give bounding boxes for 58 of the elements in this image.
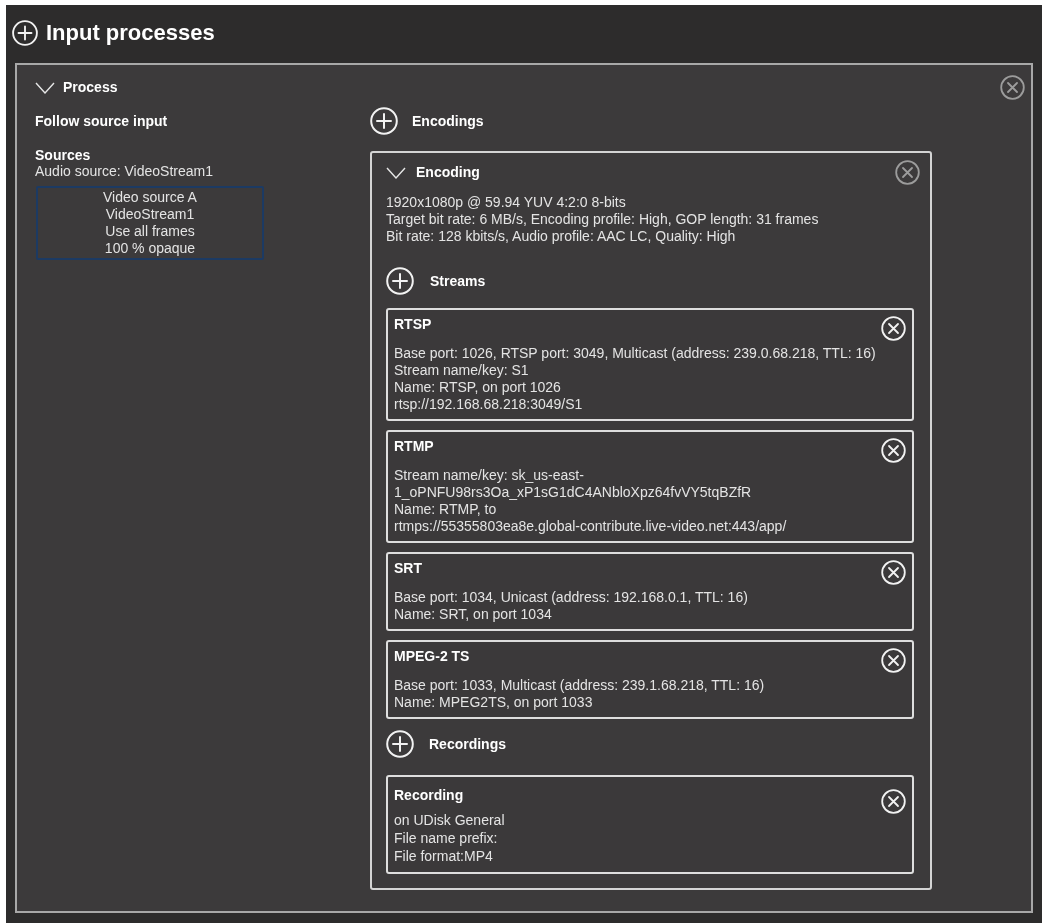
card-title: RTSP xyxy=(394,316,432,332)
collapse-toggle[interactable] xyxy=(35,80,55,95)
plus-circle-icon xyxy=(12,20,38,46)
close-circle-icon xyxy=(881,648,906,673)
detail-text: File format:MP4 xyxy=(394,847,494,865)
page-title: Input processes xyxy=(46,20,215,46)
video-source-card[interactable]: Video source A VideoStream1 Use all frames 100 % opaque xyxy=(36,186,264,260)
close-circle-icon xyxy=(881,789,906,814)
audio-source-text: Audio source: VideoStream1 xyxy=(35,163,214,180)
mode-text: Follow source input xyxy=(35,111,168,131)
detail-text: Name: RTSP, on port 1026 xyxy=(394,379,562,396)
section-title: Streams xyxy=(430,271,486,291)
plus-circle-icon xyxy=(386,730,414,758)
collapse-toggle[interactable] xyxy=(386,165,406,180)
chevron-down-icon xyxy=(35,81,55,94)
close-circle-icon xyxy=(881,560,906,585)
close-button[interactable] xyxy=(895,160,920,185)
detail-text: File name prefix: xyxy=(394,829,499,847)
detail-text: Stream name/key: S1 xyxy=(394,362,530,379)
detail-text: Name: RTMP, to xyxy=(394,501,498,518)
detail-text: Name: SRT, on port 1034 xyxy=(394,606,553,623)
card-title: RTMP xyxy=(394,438,434,454)
close-circle-icon xyxy=(1000,75,1025,100)
detail-text: Bit rate: 128 kbits/s, Audio profile: AAC LC, Quality: High xyxy=(386,228,737,245)
video-source-text: 100 % opaque xyxy=(104,240,196,257)
add-recording-button[interactable] xyxy=(386,730,414,758)
video-source-text: Video source A xyxy=(103,189,197,206)
add-process-button[interactable] xyxy=(12,20,38,46)
detail-text: Base port: 1026, RTSP port: 3049, Multicast (address: 239.0.68.218, TTL: 16) xyxy=(394,345,877,362)
detail-text: Stream name/key: sk_us-east- xyxy=(394,467,585,484)
detail-text: 1_oPNFU98rs3Oa_xP1sG1dC4ANbloXpz64fvVY5tqBZfR xyxy=(394,484,753,501)
close-circle-icon xyxy=(895,160,920,185)
detail-text: rtmps://55355803ea8e.global-contribute.live-video.net:443/app/ xyxy=(394,518,788,535)
detail-text: Target bit rate: 6 MB/s, Encoding profile: High, GOP length: 31 frames xyxy=(386,211,820,228)
close-button[interactable] xyxy=(1000,75,1025,100)
detail-text: Base port: 1034, Unicast (address: 192.168.0.1, TTL: 16) xyxy=(394,589,749,606)
close-circle-icon xyxy=(881,438,906,463)
detail-text: 1920x1080p @ 59.94 YUV 4:2:0 8-bits xyxy=(386,194,627,211)
close-circle-icon xyxy=(881,316,906,341)
chevron-down-icon xyxy=(386,166,406,179)
video-source-text: VideoStream1 xyxy=(105,206,195,223)
sources-title: Sources xyxy=(35,147,92,163)
plus-circle-icon xyxy=(370,107,398,135)
card-title: SRT xyxy=(394,560,422,576)
section-title: Recordings xyxy=(429,734,506,754)
plus-circle-icon xyxy=(386,267,414,295)
card-title: Recording xyxy=(394,787,464,803)
add-stream-button[interactable] xyxy=(386,267,414,295)
add-encoding-button[interactable] xyxy=(370,107,398,135)
detail-text: rtsp://192.168.68.218:3049/S1 xyxy=(394,396,584,413)
card-title: MPEG-2 TS xyxy=(394,648,470,664)
section-title: Encoding xyxy=(416,163,480,182)
section-title: Encodings xyxy=(412,111,484,131)
detail-text: on UDisk General xyxy=(394,811,506,829)
section-title: Process xyxy=(63,78,118,97)
video-source-text: Use all frames xyxy=(105,223,195,240)
detail-text: Base port: 1033, Multicast (address: 239.1.68.218, TTL: 16) xyxy=(394,677,766,694)
detail-text: Name: MPEG2TS, on port 1033 xyxy=(394,694,594,711)
